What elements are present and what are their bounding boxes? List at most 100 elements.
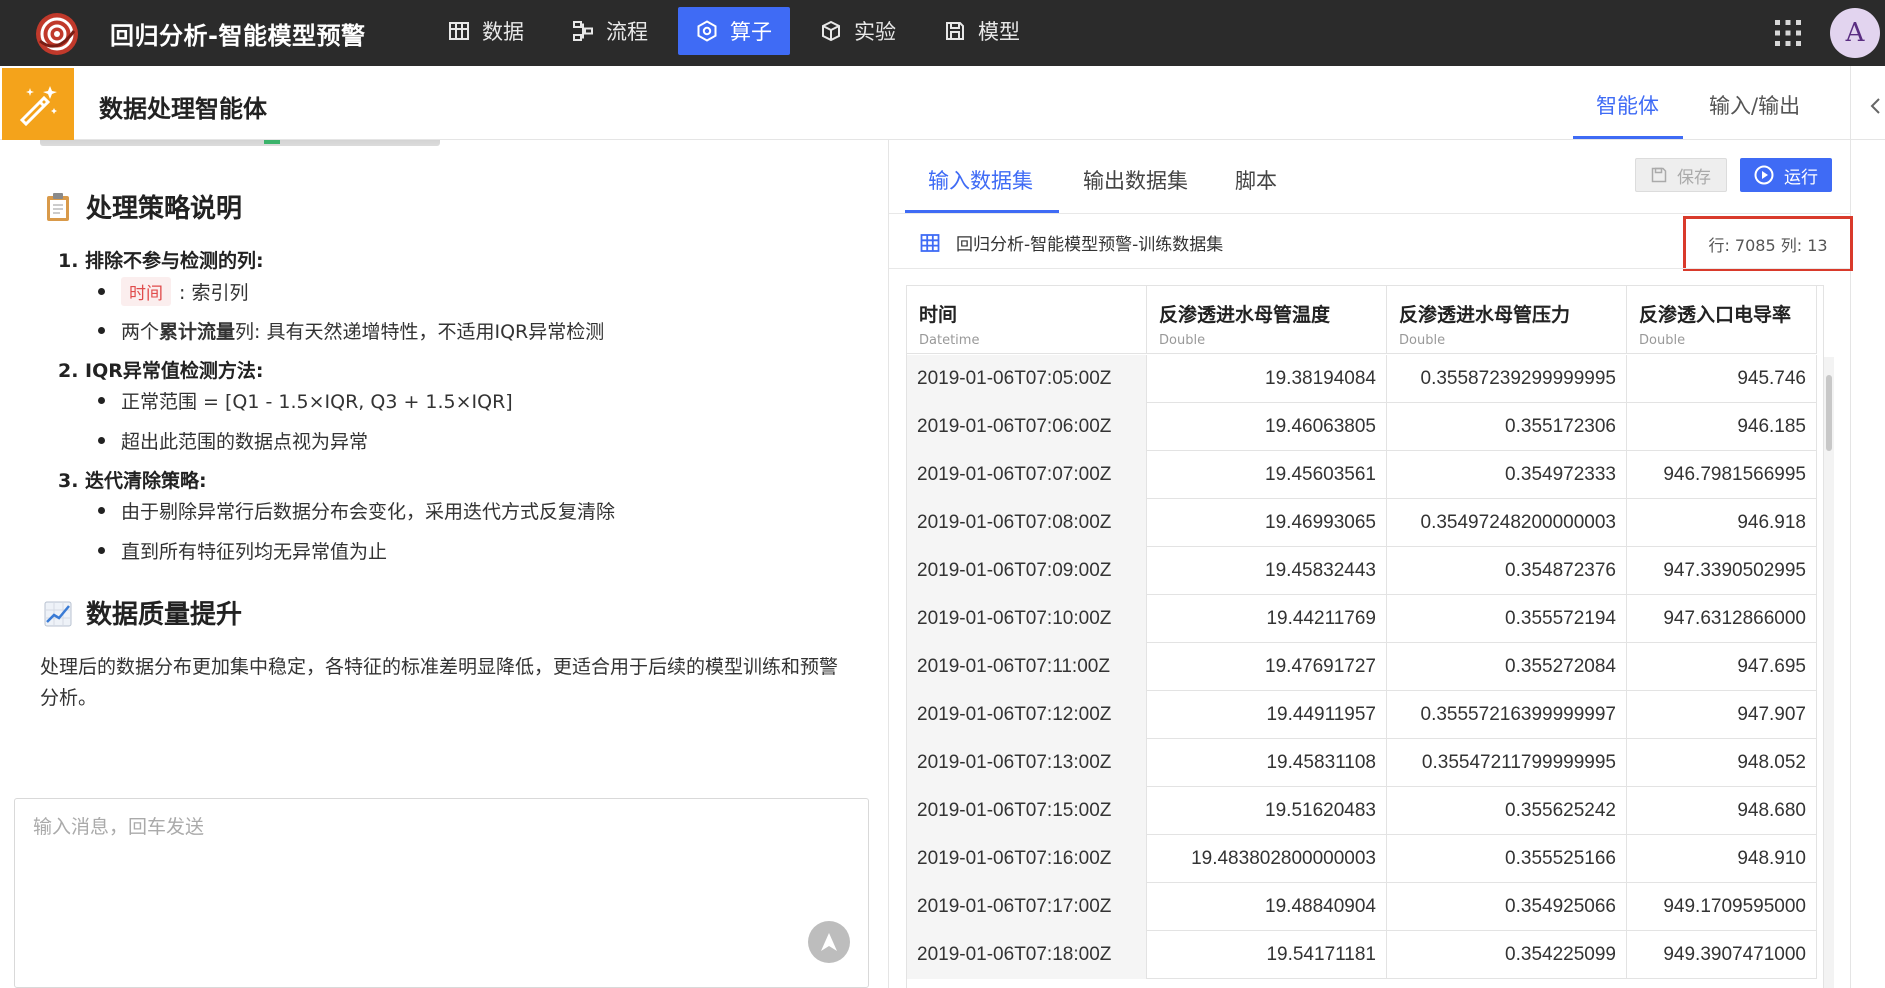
table-row[interactable]: 2019-01-06T07:10:00Z 19.44211769 0.3555721… <box>907 595 1817 643</box>
table-cell: 2019-01-06T07:06:00Z <box>907 403 1147 451</box>
table-cell: 19.47691727 <box>1147 643 1387 691</box>
clipped-text-line <box>40 140 440 146</box>
save-button[interactable]: 保存 <box>1635 158 1727 192</box>
nav-item-operator[interactable]: 算子 <box>678 7 790 55</box>
bullet-text: 列: 具有天然递增特性，不适用IQR异常检测 <box>235 321 605 343</box>
table-row[interactable]: 2019-01-06T07:17:00Z 19.48840904 0.3549250… <box>907 883 1817 931</box>
table-cell: 945.746 <box>1627 355 1817 403</box>
magic-wand-icon <box>19 86 57 126</box>
top-nav-bar: 回归分析-智能模型预警 数据 流程 算子 实验 模型 A <box>0 0 1885 66</box>
tab-script[interactable]: 脚本 <box>1235 165 1277 195</box>
bullet-item: 时间 : 索引列 <box>98 277 248 306</box>
table-cell: 947.907 <box>1627 691 1817 739</box>
table-cell: 0.354972333 <box>1387 451 1627 499</box>
table-row[interactable]: 2019-01-06T07:11:00Z 19.47691727 0.3552720… <box>907 643 1817 691</box>
nav-item-flow[interactable]: 流程 <box>554 7 666 55</box>
apps-grid-icon[interactable] <box>1773 18 1803 48</box>
table-cell: 19.483802800000003 <box>1147 835 1387 883</box>
send-arrow-icon <box>821 933 837 951</box>
column-type: Double <box>1159 333 1206 348</box>
table-cell: 19.45832443 <box>1147 547 1387 595</box>
bullet-item: 由于剔除异常行后数据分布会变化，采用迭代方式反复清除 <box>98 497 615 524</box>
quality-paragraph: 处理后的数据分布更加集中稳定，各特征的标准差明显降低，更适合用于后续的模型训练和… <box>40 656 839 709</box>
table-cell: 2019-01-06T07:17:00Z <box>907 883 1147 931</box>
bullet-dot <box>98 547 105 554</box>
nav-label: 模型 <box>978 20 1020 44</box>
agent-icon <box>2 68 74 140</box>
bullet-text: 由于剔除异常行后数据分布会变化，采用迭代方式反复清除 <box>121 501 616 523</box>
column-header[interactable]: 时间 Datetime <box>907 286 1147 354</box>
save-icon <box>1651 167 1667 183</box>
column-name: 反渗透进水母管温度 <box>1159 304 1331 326</box>
chart-increasing-icon <box>44 601 72 626</box>
table-row[interactable]: 2019-01-06T07:09:00Z 19.45832443 0.3548723… <box>907 547 1817 595</box>
table-cell: 0.354225099 <box>1387 931 1627 979</box>
table-cell: 0.35557216399999997 <box>1387 691 1627 739</box>
strategy-item-title: 1. 排除不参与检测的列: <box>58 250 264 272</box>
table-cell: 948.910 <box>1627 835 1817 883</box>
table-row[interactable]: 2019-01-06T07:16:00Z 19.483802800000003 0.… <box>907 835 1817 883</box>
table-cell: 948.680 <box>1627 787 1817 835</box>
tab-agent[interactable]: 智能体 <box>1596 90 1659 120</box>
table-row[interactable]: 2019-01-06T07:08:00Z 19.46993065 0.3549724… <box>907 499 1817 547</box>
table-cell: 948.052 <box>1627 739 1817 787</box>
message-input[interactable] <box>33 817 813 839</box>
table-cell: 2019-01-06T07:16:00Z <box>907 835 1147 883</box>
send-button[interactable] <box>808 921 850 963</box>
bullet-dot <box>98 437 105 444</box>
nav-item-model[interactable]: 模型 <box>926 7 1038 55</box>
user-avatar[interactable]: A <box>1830 8 1880 58</box>
table-cell: 949.1709595000 <box>1627 883 1817 931</box>
tab-input-dataset[interactable]: 输入数据集 <box>928 165 1033 195</box>
column-header[interactable]: 反渗透入口电导率 Double <box>1627 286 1817 354</box>
table-body: 2019-01-06T07:05:00Z 19.38194084 0.3558723… <box>907 355 1817 979</box>
run-button[interactable]: 运行 <box>1740 158 1832 192</box>
table-row[interactable]: 2019-01-06T07:15:00Z 19.51620483 0.3556252… <box>907 787 1817 835</box>
clipped-check-icon <box>264 140 280 144</box>
chevron-left-icon[interactable] <box>1868 96 1882 116</box>
column-name: 反渗透入口电导率 <box>1639 304 1792 326</box>
app-logo-icon[interactable] <box>34 11 80 57</box>
nav-label: 实验 <box>854 20 896 44</box>
table-cell: 946.185 <box>1627 403 1817 451</box>
vertical-scrollbar[interactable] <box>1824 357 1834 988</box>
bullet-item: 超出此范围的数据点视为异常 <box>98 427 368 454</box>
table-cell: 0.355172306 <box>1387 403 1627 451</box>
tab-output-dataset[interactable]: 输出数据集 <box>1083 165 1188 195</box>
table-cell: 0.35587239299999995 <box>1387 355 1627 403</box>
app-title: 回归分析-智能模型预警 <box>110 22 366 50</box>
tab-input-output[interactable]: 输入/输出 <box>1709 90 1800 120</box>
bullet-dot <box>98 327 105 334</box>
bullet-dot <box>98 507 105 514</box>
table-row[interactable]: 2019-01-06T07:12:00Z 19.44911957 0.3555721… <box>907 691 1817 739</box>
nav-item-experiment[interactable]: 实验 <box>802 7 914 55</box>
column-header[interactable]: 反渗透进水母管压力 Double <box>1387 286 1627 354</box>
main-nav: 数据 流程 算子 实验 模型 <box>430 7 1050 55</box>
column-header[interactable]: 反渗透进水母管温度 Double <box>1147 286 1387 354</box>
operator-icon <box>697 20 717 42</box>
table-row[interactable]: 2019-01-06T07:05:00Z 19.38194084 0.3558723… <box>907 355 1817 403</box>
table-row[interactable]: 2019-01-06T07:18:00Z 19.54171181 0.3542250… <box>907 931 1817 979</box>
chat-input-box[interactable] <box>14 798 869 988</box>
strategy-item-title: 2. IQR异常值检测方法: <box>58 360 264 382</box>
tab-divider <box>889 213 1850 214</box>
table-cell: 19.38194084 <box>1147 355 1387 403</box>
table-row[interactable]: 2019-01-06T07:07:00Z 19.45603561 0.3549723… <box>907 451 1817 499</box>
bullet-item: 正常范围 = [Q1 - 1.5×IQR, Q3 + 1.5×IQR] <box>98 387 513 414</box>
bullet-text: 直到所有特征列均无异常值为止 <box>121 541 388 563</box>
table-cell: 2019-01-06T07:10:00Z <box>907 595 1147 643</box>
column-name: 时间 <box>919 304 958 326</box>
table-row[interactable]: 2019-01-06T07:13:00Z 19.45831108 0.3554721… <box>907 739 1817 787</box>
table-header: 时间 Datetime 反渗透进水母管温度 Double 反渗透进水母管压力 Doub… <box>907 286 1817 354</box>
table-cell: 2019-01-06T07:18:00Z <box>907 931 1147 979</box>
table-cell: 2019-01-06T07:11:00Z <box>907 643 1147 691</box>
table-cell: 2019-01-06T07:12:00Z <box>907 691 1147 739</box>
table-cell: 2019-01-06T07:09:00Z <box>907 547 1147 595</box>
data-table: 时间 Datetime 反渗透进水母管温度 Double 反渗透进水母管压力 Doub… <box>906 285 1824 988</box>
table-cell: 0.355525166 <box>1387 835 1627 883</box>
table-cell: 19.51620483 <box>1147 787 1387 835</box>
nav-item-data[interactable]: 数据 <box>430 7 542 55</box>
table-row[interactable]: 2019-01-06T07:06:00Z 19.46063805 0.3551723… <box>907 403 1817 451</box>
scrollbar-thumb[interactable] <box>1826 375 1832 451</box>
table-cell: 0.355572194 <box>1387 595 1627 643</box>
